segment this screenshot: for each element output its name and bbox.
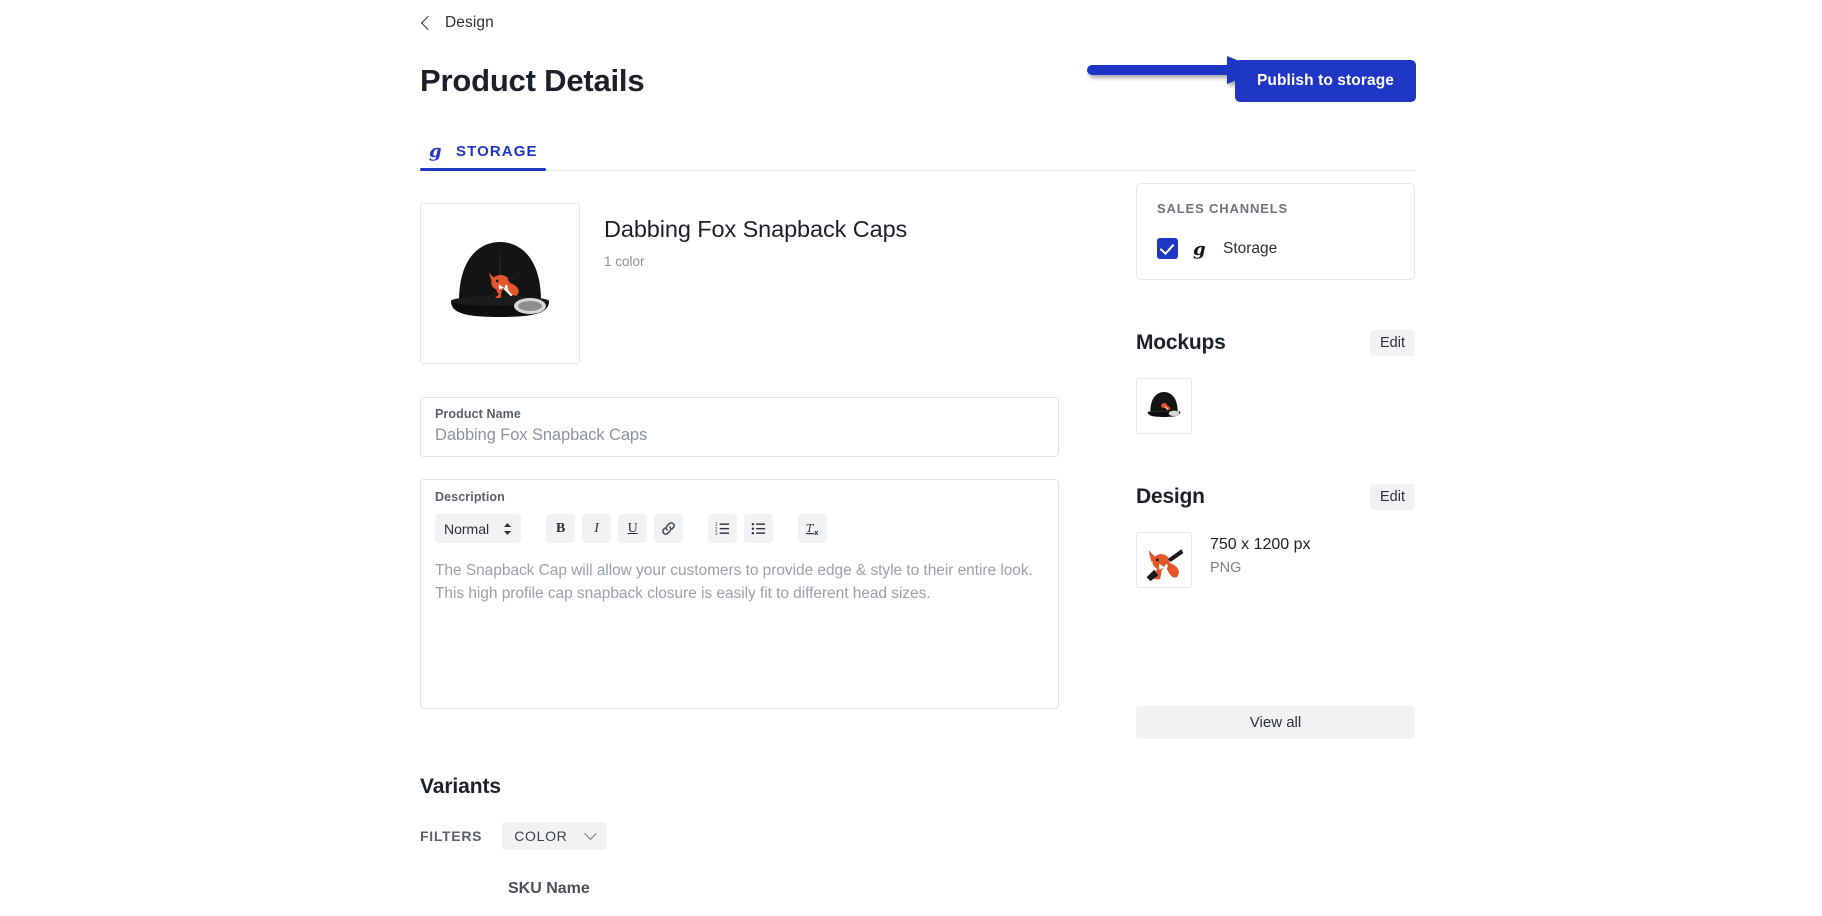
tab-storage[interactable]: g STORAGE (420, 141, 546, 171)
product-details-page: Design Product Details Publish to storag… (0, 0, 1822, 916)
variants-filters-row: FILTERS COLOR (420, 822, 1416, 850)
product-name-label: Product Name (435, 407, 521, 421)
description-text[interactable]: The Snapback Cap will allow your custome… (435, 560, 1035, 606)
design-info: 750 x 1200 px PNG (1210, 510, 1311, 576)
svg-text:3: 3 (715, 531, 718, 536)
svg-text:x: x (814, 529, 819, 537)
mockup-thumbnail[interactable] (1136, 378, 1192, 434)
design-item: 750 x 1200 px PNG (1136, 510, 1415, 588)
mockups-title: Mockups (1136, 331, 1226, 354)
underline-button[interactable]: U (618, 514, 648, 543)
breadcrumb[interactable]: Design (420, 12, 494, 34)
variants-table-header-sku: SKU Name (508, 880, 590, 897)
link-button[interactable] (654, 514, 684, 543)
bullet-list-icon (751, 522, 766, 535)
clear-format-button[interactable]: T x (798, 514, 828, 543)
storage-g-logo-icon: g (429, 141, 442, 161)
description-editor: Description Normal B I U 1 2 3 T x The S… (420, 479, 1059, 709)
ordered-list-icon: 1 2 3 (715, 522, 730, 536)
italic-button[interactable]: I (582, 514, 612, 543)
mockups-edit-button[interactable]: Edit (1370, 330, 1415, 356)
storage-g-logo-icon: g (1193, 239, 1206, 259)
tab-active-underline (420, 168, 546, 171)
storage-channel-label: Storage (1223, 239, 1278, 257)
tab-bar: g STORAGE (420, 133, 1416, 171)
product-color-count: 1 color (604, 254, 645, 269)
ordered-list-button[interactable]: 1 2 3 (708, 514, 738, 543)
publish-to-storage-button[interactable]: Publish to storage (1234, 60, 1416, 102)
clear-format-icon: T x (805, 522, 819, 537)
sales-channels-card: SALES CHANNELS g Storage (1136, 183, 1415, 280)
page-title: Product Details (420, 63, 645, 98)
description-label: Description (435, 490, 505, 504)
svg-text:g: g (1193, 239, 1206, 259)
svg-text:g: g (429, 141, 442, 161)
sales-channels-title: SALES CHANNELS (1157, 201, 1289, 216)
link-icon (662, 522, 676, 535)
bold-button[interactable]: B (546, 514, 576, 543)
design-format: PNG (1210, 560, 1242, 576)
chevron-left-icon[interactable] (420, 17, 433, 30)
variants-heading: Variants (420, 775, 501, 798)
storage-channel-checkbox[interactable] (1157, 238, 1178, 259)
snapback-cap-mockup-image (1139, 381, 1189, 431)
editor-toolbar: Normal B I U 1 2 3 T x (435, 514, 1044, 543)
color-filter-label: COLOR (514, 828, 568, 844)
design-header: Design Edit (1136, 484, 1415, 510)
product-name-input[interactable]: Product Name Dabbing Fox Snapback Caps (420, 397, 1059, 457)
product-thumbnail (420, 203, 580, 364)
color-filter-dropdown[interactable]: COLOR (502, 822, 607, 850)
dabbing-fox-artwork-image (1141, 537, 1187, 583)
product-name-heading: Dabbing Fox Snapback Caps (604, 216, 908, 242)
product-name-value[interactable]: Dabbing Fox Snapback Caps (435, 426, 1044, 445)
design-dimensions: 750 x 1200 px (1210, 536, 1311, 553)
design-thumbnail[interactable] (1136, 532, 1192, 588)
text-style-value: Normal (444, 520, 490, 537)
text-style-select[interactable]: Normal (435, 514, 522, 543)
design-edit-button[interactable]: Edit (1370, 484, 1415, 510)
sales-channel-item-storage[interactable]: g Storage (1157, 238, 1394, 259)
tab-storage-label[interactable]: STORAGE (456, 143, 538, 160)
title-row: Product Details Publish to storage (420, 56, 1416, 106)
product-meta: Dabbing Fox Snapback Caps 1 color (604, 203, 907, 364)
updown-arrows-icon (504, 522, 512, 535)
design-title: Design (1136, 485, 1205, 508)
right-sidebar: SALES CHANNELS g Storage Mockups Edit De… (1136, 183, 1415, 739)
snapback-cap-image (425, 208, 575, 359)
bullet-list-button[interactable] (744, 514, 774, 543)
view-all-button[interactable]: View all (1136, 706, 1415, 739)
breadcrumb-label[interactable]: Design (445, 14, 494, 32)
filters-label: FILTERS (420, 828, 483, 844)
chevron-down-icon (583, 826, 597, 840)
mockups-header: Mockups Edit (1136, 330, 1415, 356)
